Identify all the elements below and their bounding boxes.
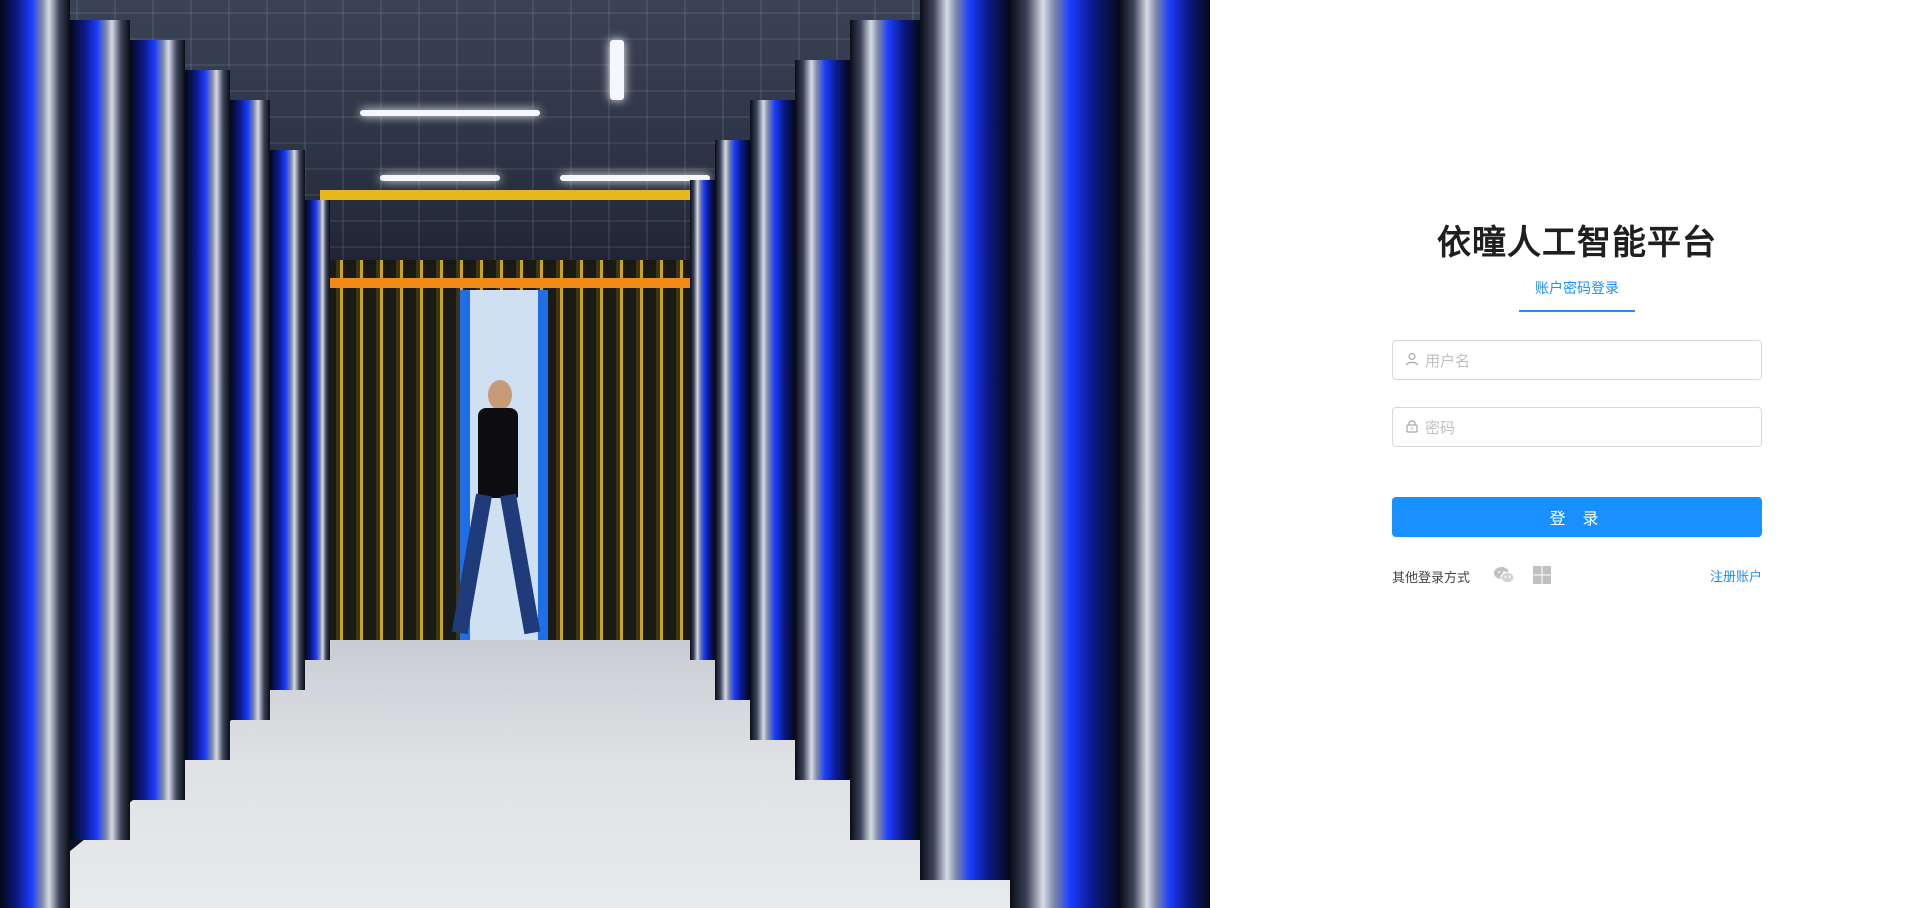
server-rack (70, 20, 130, 840)
wechat-icon[interactable] (1492, 563, 1516, 587)
cable-tray (320, 190, 710, 200)
login-button[interactable]: 登 录 (1392, 497, 1762, 537)
page-title: 依曈人工智能平台 (1437, 223, 1717, 263)
server-rack (1120, 0, 1210, 908)
password-field[interactable] (1392, 407, 1762, 448)
cable-tray (320, 278, 710, 288)
server-rack (305, 200, 330, 660)
server-rack (0, 0, 70, 908)
username-field[interactable] (1392, 340, 1762, 381)
server-rack (795, 60, 850, 780)
person-figure (451, 380, 541, 650)
username-input[interactable] (1423, 341, 1757, 381)
register-link[interactable]: 注册账户 (1710, 566, 1762, 585)
server-rack (750, 100, 795, 740)
server-rack (130, 40, 185, 800)
server-rack (715, 140, 750, 700)
server-rack (690, 180, 715, 660)
other-login-methods: 其他登录方式 注册账户 (1392, 563, 1762, 587)
tab-account-password[interactable]: 账户密码登录 (1519, 272, 1635, 312)
windows-icon[interactable] (1530, 563, 1554, 587)
server-rack (230, 100, 270, 720)
login-tabs: 账户密码登录 (1392, 272, 1762, 320)
ceiling-light (360, 110, 540, 116)
lock-icon (1404, 418, 1420, 434)
server-rack (850, 20, 920, 840)
other-methods-label: 其他登录方式 (1392, 571, 1471, 586)
ceiling-light (610, 40, 624, 100)
login-panel: 依曈人工智能平台 账户密码登录 登 录 (1210, 0, 1920, 908)
server-rack (1010, 0, 1120, 908)
server-rack (270, 150, 305, 690)
server-rack (185, 70, 230, 760)
password-input[interactable] (1423, 408, 1757, 448)
login-form: 依曈人工智能平台 账户密码登录 登 录 (1392, 220, 1762, 587)
user-icon (1404, 351, 1420, 367)
hero-image (0, 0, 1210, 908)
server-rack (920, 0, 1010, 880)
ceiling-light (380, 175, 500, 181)
ceiling-light (560, 175, 710, 181)
